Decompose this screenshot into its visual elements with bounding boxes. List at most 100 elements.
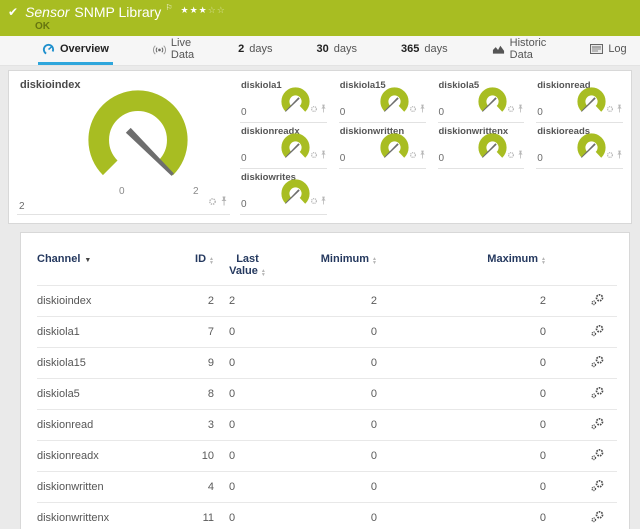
star-empty-icon[interactable]: ☆ [208, 5, 217, 15]
small-gauges-grid: diskiola10diskiola150diskiola50diskionre… [240, 77, 623, 223]
tab-historic-data[interactable]: Historic Data [488, 36, 551, 65]
cell-channel[interactable]: diskionwrittenx [37, 503, 167, 529]
channel-settings-icon[interactable] [590, 452, 605, 464]
star-filled-icon[interactable]: ★ [190, 5, 199, 15]
tab-days[interactable]: 2days [234, 36, 276, 65]
cell-channel[interactable]: diskionreadx [37, 441, 167, 472]
column-header-id[interactable]: ID▲▼ [167, 239, 214, 286]
gauge-pin-icon[interactable] [419, 100, 426, 118]
cell-channel[interactable]: diskiola15 [37, 348, 167, 379]
sensor-type-label: Sensor [25, 4, 69, 20]
tab-label: days [424, 43, 447, 55]
cell-channel[interactable]: diskionread [37, 410, 167, 441]
channel-gauge-value: 0 [241, 199, 247, 210]
tab-label: Overview [60, 43, 109, 55]
star-empty-icon[interactable]: ☆ [217, 5, 226, 15]
gauge-settings-icon[interactable] [507, 100, 515, 118]
gauge-pin-icon[interactable] [419, 146, 426, 164]
channel-gauge [277, 175, 314, 212]
empty-gauge-cell [536, 169, 623, 215]
column-header-last-value[interactable]: Last Value▲▼ [214, 239, 309, 286]
gauge-cell-diskioreads[interactable]: diskioreads0 [536, 123, 623, 169]
channel-settings-icon[interactable] [590, 390, 605, 402]
cell-minimum: 0 [309, 317, 377, 348]
gauge-pin-icon[interactable] [320, 100, 327, 118]
gauge-pin-icon[interactable] [616, 100, 623, 118]
tab-live-data[interactable]: Live Data [149, 36, 198, 65]
star-filled-icon[interactable]: ★ [180, 5, 189, 15]
gauge-cell-diskiowrites[interactable]: diskiowrites0 [240, 169, 327, 215]
tab-bar: Overview Live Data 2days 30 days 365 days Histo… [0, 36, 640, 66]
gauge-settings-icon[interactable] [208, 193, 217, 211]
channel-gauge-value: 0 [340, 153, 346, 164]
gauge-pin-icon[interactable] [616, 146, 623, 164]
sensor-title: SNMP Library [74, 4, 161, 20]
cell-maximum: 0 [377, 503, 546, 529]
tab-overview[interactable]: Overview [38, 36, 113, 65]
gauge-cell-diskionwrittenx[interactable]: diskionwrittenx0 [438, 123, 525, 169]
table-row: diskionwritten4000 [37, 472, 617, 503]
gauge-cell-diskionreadx[interactable]: diskionreadx0 [240, 123, 327, 169]
gauge-cell-diskionwritten[interactable]: diskionwritten0 [339, 123, 426, 169]
gauge-pin-icon[interactable] [320, 146, 327, 164]
flag-icon[interactable]: ⚐ [165, 3, 172, 12]
gauge-pin-icon[interactable] [320, 192, 327, 210]
tab-log[interactable]: Log [586, 36, 630, 65]
tab-days[interactable]: 365 days [397, 36, 452, 65]
tab-number: 30 [317, 43, 329, 55]
channel-gauge-value: 0 [537, 107, 543, 118]
gauge-pin-icon[interactable] [517, 146, 524, 164]
gauge-settings-icon[interactable] [409, 146, 417, 164]
gauge-settings-icon[interactable] [310, 192, 318, 210]
cell-channel[interactable]: diskioindex [37, 286, 167, 317]
channel-settings-icon[interactable] [590, 514, 605, 526]
cell-id: 8 [167, 379, 214, 410]
main-gauge-cell[interactable]: diskioindex 0 2 2 [17, 77, 230, 215]
tab-days[interactable]: 30 days [313, 36, 362, 65]
gauge-cell-diskionread[interactable]: diskionread0 [536, 77, 623, 123]
cell-channel[interactable]: diskiola1 [37, 317, 167, 348]
tab-label: Log [608, 43, 626, 55]
gauge-pin-icon[interactable] [517, 100, 524, 118]
column-header-actions [546, 239, 617, 286]
cell-maximum: 0 [377, 317, 546, 348]
cell-id: 2 [167, 286, 214, 317]
column-header-channel[interactable]: Channel▼ [37, 239, 167, 286]
priority-stars[interactable]: ★★★☆☆ [180, 5, 225, 16]
channel-settings-icon[interactable] [590, 483, 605, 495]
gauge-cell-diskiola15[interactable]: diskiola150 [339, 77, 426, 123]
gauge-settings-icon[interactable] [606, 146, 614, 164]
gauge-cell-diskiola1[interactable]: diskiola10 [240, 77, 327, 123]
page-content: diskioindex 0 2 2 diskiola10diskiola150d… [0, 66, 640, 529]
cell-last-value: 0 [214, 410, 309, 441]
gauge-settings-icon[interactable] [310, 146, 318, 164]
star-filled-icon[interactable]: ★ [199, 5, 208, 15]
gauge-settings-icon[interactable] [310, 100, 318, 118]
gauge-pin-icon[interactable] [220, 193, 228, 211]
table-header-row: Channel▼ ID▲▼ Last Value▲▼ Minimum▲▼ Max… [37, 239, 617, 286]
channel-settings-icon[interactable] [590, 359, 605, 371]
cell-minimum: 0 [309, 472, 377, 503]
column-header-maximum[interactable]: Maximum▲▼ [377, 239, 546, 286]
gauge-settings-icon[interactable] [409, 100, 417, 118]
gauge-settings-icon[interactable] [507, 146, 515, 164]
tab-label: days [334, 43, 357, 55]
channel-gauge [376, 83, 413, 120]
channel-settings-icon[interactable] [590, 421, 605, 433]
table-row: diskiola58000 [37, 379, 617, 410]
table-row: diskiola159000 [37, 348, 617, 379]
column-header-minimum[interactable]: Minimum▲▼ [309, 239, 377, 286]
gauge-settings-icon[interactable] [606, 100, 614, 118]
channel-settings-icon[interactable] [590, 297, 605, 309]
cell-last-value: 0 [214, 503, 309, 529]
gauge-cell-diskiola5[interactable]: diskiola50 [438, 77, 525, 123]
overview-gauge-icon [42, 43, 55, 55]
cell-channel[interactable]: diskiola5 [37, 379, 167, 410]
tab-number: 365 [401, 43, 419, 55]
cell-minimum: 0 [309, 503, 377, 529]
log-list-icon [590, 43, 603, 55]
channel-settings-icon[interactable] [590, 328, 605, 340]
channel-gauge-value: 0 [241, 153, 247, 164]
main-gauge-title: diskioindex [20, 79, 81, 91]
cell-channel[interactable]: diskionwritten [37, 472, 167, 503]
